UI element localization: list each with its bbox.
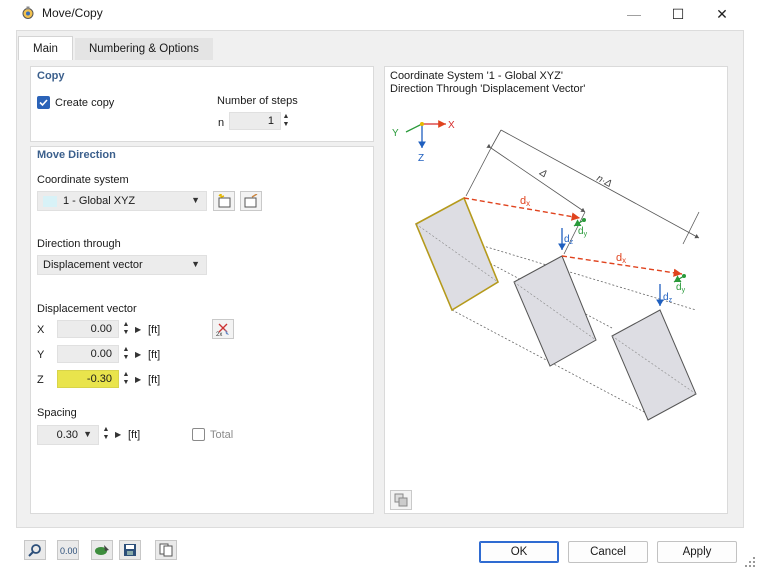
total-checkbox[interactable] — [192, 428, 205, 441]
move-direction-title: Move Direction — [37, 149, 116, 161]
displacement-y-value: 0.00 — [90, 348, 112, 360]
axis-triad: X Y Z — [392, 120, 455, 164]
displacement-y-input[interactable]: 0.00 — [57, 345, 119, 363]
y-label: Y — [37, 349, 45, 361]
new-coordinate-system-icon — [218, 194, 231, 208]
close-icon: ✕ — [716, 5, 728, 22]
diagram-options-icon — [394, 493, 408, 507]
displacement-x-value: 0.00 — [90, 323, 112, 335]
close-button[interactable]: ✕ — [700, 0, 744, 28]
copy-group-title: Copy — [37, 70, 65, 82]
displacement-arrows: dx dx — [463, 195, 683, 277]
tab-numbering-options[interactable]: Numbering & Options — [74, 38, 213, 60]
axis-y-label: Y — [392, 128, 399, 139]
delta-label: Δ — [537, 167, 550, 181]
render-button[interactable] — [91, 540, 113, 560]
spacing-unit: [ft] — [128, 429, 141, 441]
spacing-spinner-icon[interactable]: ▲ ▼ — [101, 426, 111, 444]
x-unit: [ft] — [148, 324, 161, 336]
svg-text:dz: dz — [663, 292, 673, 304]
displacement-z-value: -0.30 — [86, 373, 112, 385]
steps-spinner-icon[interactable]: ▲ ▼ — [281, 113, 291, 131]
coordinate-system-value: 1 - Global XYZ — [63, 195, 136, 207]
edit-coordinate-system-button[interactable] — [240, 191, 262, 211]
window-title: Move/Copy — [42, 6, 103, 20]
coordinate-system-label: Coordinate system — [37, 174, 129, 186]
apply-button[interactable]: Apply — [657, 541, 737, 563]
spacing-play-icon[interactable]: ▶ — [115, 430, 121, 439]
displacement-z-input[interactable]: -0.30 — [57, 370, 119, 388]
z-play-icon[interactable]: ▶ — [135, 375, 141, 384]
steps-input[interactable]: 1 — [229, 112, 281, 130]
decimal-places-button[interactable]: 0.00 — [57, 540, 79, 560]
x-play-icon[interactable]: ▶ — [135, 325, 141, 334]
chevron-down-icon: ▼ — [83, 429, 92, 439]
move-copy-diagram: X Y Z Δ n·Δ dx dx dy dz dy dz — [392, 120, 700, 421]
search-button[interactable] — [24, 540, 46, 560]
x-spinner-icon[interactable]: ▲ ▼ — [121, 321, 131, 339]
axis-z-label: Z — [418, 153, 424, 164]
original-member — [414, 196, 499, 312]
y-spinner-icon[interactable]: ▲ ▼ — [121, 346, 131, 364]
decimal-places-icon: 0.00 — [60, 546, 77, 556]
direction-through-value: Displacement vector — [43, 259, 143, 271]
svg-text:dy: dy — [578, 226, 588, 238]
axis-x-label: X — [448, 120, 455, 131]
svg-text:0.00: 0.00 — [60, 546, 77, 556]
cancel-button[interactable]: Cancel — [568, 541, 648, 563]
render-icon — [95, 545, 109, 555]
title-bar: Move/Copy — ☐ ✕ — [0, 0, 760, 28]
steps-value: 1 — [267, 115, 274, 127]
pick-vector-button[interactable]: 2x — [212, 319, 234, 339]
coordinate-system-swatch — [43, 195, 57, 207]
maximize-icon: ☐ — [671, 5, 685, 22]
copy-icon — [159, 543, 173, 557]
displacement-x-input[interactable]: 0.00 — [57, 320, 119, 338]
spacing-select[interactable]: 0.30 ▼ — [37, 425, 99, 445]
pick-vector-icon: 2x — [216, 323, 229, 337]
direction-through-label: Direction through — [37, 238, 121, 250]
direction-through-select[interactable]: Displacement vector ▼ — [37, 255, 207, 275]
z-spinner-icon[interactable]: ▲ ▼ — [121, 371, 131, 389]
svg-text:dx: dx — [520, 195, 530, 208]
maximize-button[interactable]: ☐ — [656, 0, 700, 28]
n-label: n — [218, 117, 225, 129]
spacing-label: Spacing — [37, 407, 77, 419]
tab-bar: Main Numbering & Options — [18, 36, 213, 60]
resize-grip-icon[interactable] — [744, 556, 756, 568]
x-label: X — [37, 324, 45, 336]
svg-text:dz: dz — [564, 234, 574, 246]
displacement-vector-label: Displacement vector — [37, 303, 137, 315]
svg-text:dy: dy — [676, 282, 686, 294]
svg-text:2x: 2x — [216, 332, 222, 337]
chevron-down-icon: ▼ — [191, 259, 200, 269]
svg-text:dx: dx — [616, 252, 626, 265]
n-delta-label: n·Δ — [595, 173, 614, 190]
search-icon — [28, 544, 41, 557]
save-icon — [124, 544, 136, 556]
chevron-down-icon: ▼ — [191, 195, 200, 205]
y-unit: [ft] — [148, 349, 161, 361]
y-play-icon[interactable]: ▶ — [135, 350, 141, 359]
save-button[interactable] — [119, 540, 141, 560]
minimize-button[interactable]: — — [612, 0, 656, 28]
new-coordinate-system-button[interactable] — [213, 191, 235, 211]
number-of-steps-label: Number of steps — [217, 95, 298, 107]
copy-member-2 — [611, 309, 697, 421]
tab-main[interactable]: Main — [18, 36, 73, 60]
ok-button[interactable]: OK — [479, 541, 559, 563]
copy-button[interactable] — [155, 540, 177, 560]
check-icon — [39, 99, 48, 107]
coordinate-system-select[interactable]: 1 - Global XYZ ▼ — [37, 191, 207, 211]
total-label: Total — [210, 429, 234, 441]
z-unit: [ft] — [148, 374, 161, 386]
spacing-value: 0.30 — [56, 429, 78, 441]
z-label: Z — [37, 374, 44, 386]
minimize-icon: — — [627, 6, 641, 22]
settings-icon — [22, 6, 34, 19]
create-copy-checkbox[interactable] — [37, 96, 50, 109]
diagram-options-button[interactable] — [390, 490, 412, 510]
create-copy-label: Create copy — [55, 97, 115, 109]
edit-coordinate-system-icon — [244, 194, 258, 208]
